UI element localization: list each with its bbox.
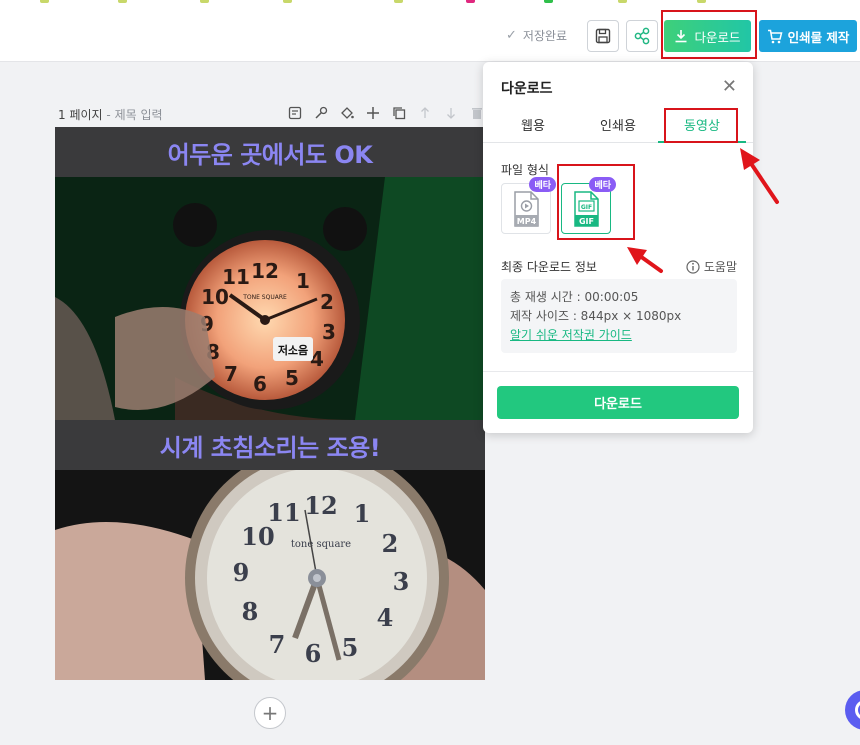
tab-video[interactable]: 동영상 [658,111,746,143]
gif-label: GIF [579,217,594,226]
svg-text:5: 5 [285,366,299,390]
svg-text:7: 7 [224,362,238,386]
download-icon [675,30,687,43]
move-up-icon[interactable] [416,104,433,121]
beta-badge-mp4: 베타 [529,177,556,192]
save-status: ✓ 저장완료 [506,27,567,44]
svg-text:12: 12 [304,491,337,520]
mp4-label: MP4 [517,217,537,226]
top-toolbar: ✓ 저장완료 다운로드 인쇄물 제작 [0,0,860,62]
format-gif[interactable]: GIF GIF 베타 [561,177,616,234]
clock2-brand: tone square [291,539,351,550]
panel-download-button[interactable]: 다운로드 [497,386,739,419]
svg-text:6: 6 [253,372,267,396]
svg-text:1: 1 [296,269,310,293]
chat-help-button[interactable] [845,690,860,730]
plus-icon: + [261,701,279,725]
add-page-icon[interactable] [364,104,381,121]
eyedropper-icon[interactable] [312,104,329,121]
page-header: 1 페이지 - 제목 입력 [58,104,485,122]
clock1-brand: TONE SQUARE [242,294,287,301]
svg-text:3: 3 [322,320,336,344]
svg-text:3: 3 [393,567,410,596]
download-button-label: 다운로드 [694,29,741,45]
share-icon [634,27,650,45]
clock-white-image: 12 1 2 3 4 5 6 7 8 9 10 11 tone square [55,470,485,680]
paint-bucket-icon[interactable] [338,104,355,121]
floppy-icon [595,28,611,44]
panel-title: 다운로드 [501,81,553,97]
close-icon[interactable]: ✕ [722,76,737,97]
tab-print[interactable]: 인쇄용 [574,111,662,143]
info-icon [686,259,700,274]
headline-1[interactable]: 어두운 곳에서도 OK [55,127,485,177]
share-button[interactable] [626,20,658,52]
save-status-label: 저장완료 [522,29,568,43]
svg-text:4: 4 [377,603,394,632]
svg-text:11: 11 [222,265,250,289]
move-down-icon[interactable] [442,104,459,121]
final-info-label: 최종 다운로드 정보 [501,260,597,274]
save-button[interactable] [587,20,619,52]
cart-icon [767,29,783,43]
svg-text:12: 12 [251,259,279,283]
add-page-button[interactable]: + [254,697,286,729]
output-size: 제작 사이즈 : 844px × 1080px [510,309,682,323]
clock1-sticker: 저소음 [278,343,308,357]
svg-text:8: 8 [242,597,259,626]
tab-web[interactable]: 웹용 [489,111,577,143]
help-link[interactable]: 도움말 [686,258,737,275]
beta-badge-gif: 베타 [589,177,616,192]
duplicate-icon[interactable] [390,104,407,121]
memo-icon[interactable] [286,104,303,121]
copyright-guide-link[interactable]: 알기 쉬운 저작권 가이드 [510,326,728,345]
download-panel: 다운로드 ✕ 웹용 인쇄용 동영상 파일 형식 MP4 베타 GIF GIF 베… [483,62,753,433]
download-tabs: 웹용 인쇄용 동영상 [483,111,753,143]
svg-text:11: 11 [267,498,300,527]
page-tools [286,104,485,121]
gif-icon-caption: GIF [581,204,592,211]
clock-lit-image: 12 1 2 3 4 5 6 7 8 9 10 11 TONE SQUARE 저… [55,177,485,420]
svg-text:2: 2 [382,529,399,558]
play-time: 총 재생 시간 : 00:00:05 [510,290,639,304]
svg-text:5: 5 [342,633,359,662]
svg-text:1: 1 [354,499,371,528]
check-icon: ✓ [506,28,517,43]
svg-text:9: 9 [233,558,250,587]
help-label: 도움말 [703,260,737,274]
page-number: 1 페이지 [58,108,103,122]
page-label: 1 페이지 - 제목 입력 [58,108,163,122]
photo-clock-dark[interactable]: 12 1 2 3 4 5 6 7 8 9 10 11 TONE SQUARE 저… [55,177,485,420]
svg-text:7: 7 [269,630,286,659]
file-format-label: 파일 형식 [501,163,549,177]
photo-clock-hand[interactable]: 12 1 2 3 4 5 6 7 8 9 10 11 tone square [55,470,485,680]
design-canvas[interactable]: 어두운 곳에서도 OK 12 1 2 3 4 5 6 7 8 9 10 11 T… [55,127,485,680]
svg-text:2: 2 [320,290,334,314]
print-order-label: 인쇄물 제작 [787,29,850,45]
headline-2[interactable]: 시계 초침소리는 조용! [55,420,485,470]
panel-divider [483,371,753,372]
page-title-input[interactable]: 제목 입력 [115,108,163,122]
svg-text:6: 6 [305,639,322,668]
color-dots-strip [0,0,860,5]
format-mp4[interactable]: MP4 베타 [501,177,556,234]
download-info-box: 총 재생 시간 : 00:00:05 제작 사이즈 : 844px × 1080… [501,279,737,353]
download-button[interactable]: 다운로드 [664,20,751,52]
print-order-button[interactable]: 인쇄물 제작 [759,20,857,52]
